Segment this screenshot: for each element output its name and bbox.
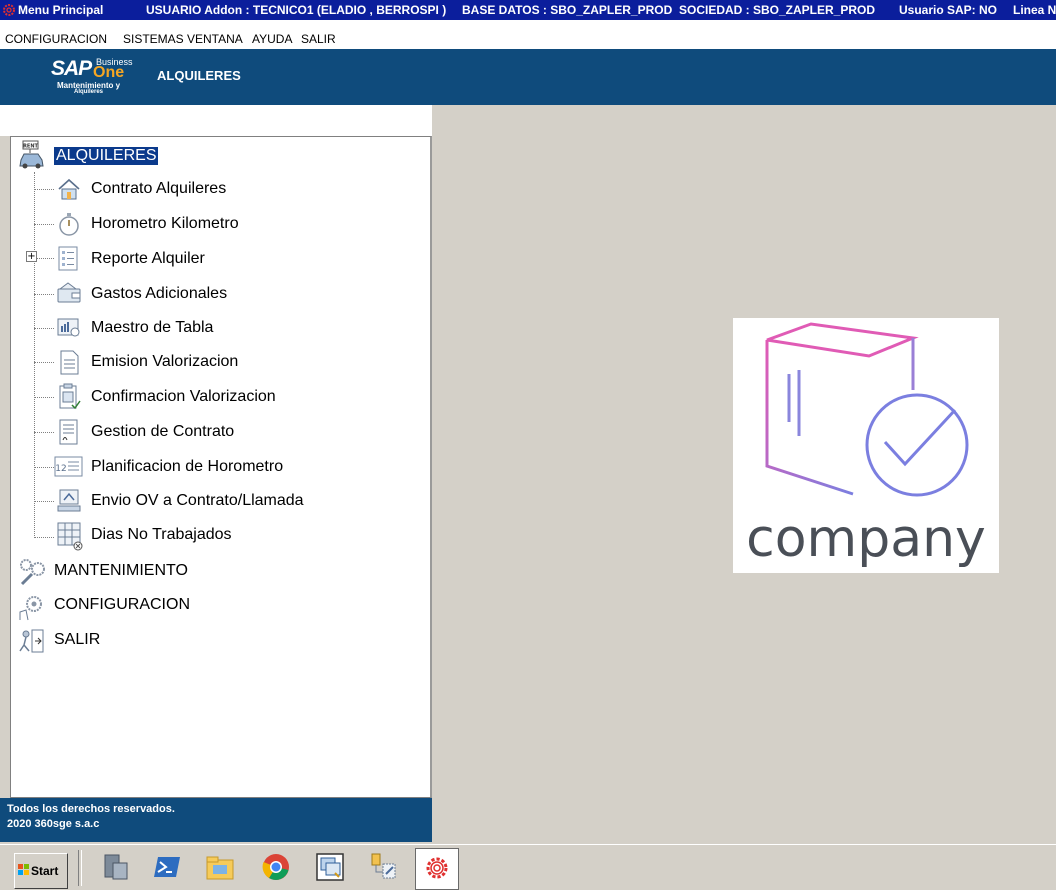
tree-connector: [34, 294, 54, 295]
tree-connector: [34, 501, 54, 502]
tree-connector: [36, 258, 54, 259]
tree-item-confirmacion-valorizacion[interactable]: Confirmacion Valorizacion: [91, 388, 276, 406]
module-title: ALQUILERES: [157, 68, 241, 83]
cascade-windows-icon[interactable]: [315, 852, 345, 882]
tree-item-gastos-adicionales[interactable]: Gastos Adicionales: [91, 285, 227, 303]
menu-salir[interactable]: SALIR: [301, 32, 336, 46]
powershell-icon[interactable]: [152, 852, 182, 882]
signed-contract-icon: [59, 419, 78, 445]
box-check-icon: company: [746, 322, 986, 569]
sap-logo: SAP: [51, 57, 92, 80]
tree-item-horometro-kilometro[interactable]: Horometro Kilometro: [91, 215, 239, 233]
send-order-icon: [57, 489, 81, 512]
report-list-icon: [58, 246, 78, 271]
tree-connector: [34, 172, 35, 538]
tree-item-gestion-de-contrato[interactable]: Gestion de Contrato: [91, 423, 234, 441]
certificate-icon: [59, 383, 81, 410]
tree-connector: [34, 432, 54, 433]
tree-item-reporte-alquiler[interactable]: Reporte Alquiler: [91, 250, 205, 268]
tree-connector: [34, 397, 54, 398]
database-name: BASE DATOS : SBO_ZAPLER_PROD: [462, 3, 673, 17]
svg-text:RENT: RENT: [23, 144, 38, 150]
gear-icon: [426, 857, 448, 879]
wrench-gears-icon: [20, 559, 45, 586]
tree-item-contrato-alquileres[interactable]: Contrato Alquileres: [91, 180, 226, 198]
tree-connector: [34, 224, 54, 225]
menu-ayuda[interactable]: AYUDA: [252, 32, 292, 46]
logo-one-text: One: [93, 64, 125, 81]
tree-item-envio-ov-contrato[interactable]: Envio OV a Contrato/Llamada: [91, 492, 304, 510]
server-manager-icon[interactable]: [101, 852, 131, 882]
tree-item-dias-no-trabajados[interactable]: Dias No Trabajados: [91, 526, 232, 544]
logo-subtitle: Mantenimiento y Alquileres: [57, 81, 121, 96]
tree-expander-reporte[interactable]: +: [26, 251, 37, 262]
settings-person-icon: [19, 596, 42, 621]
sap-user: Usuario SAP: NO: [899, 3, 998, 17]
svg-text:12: 12: [55, 464, 66, 474]
menu-ventana[interactable]: VENTANA: [187, 32, 243, 46]
company-logo: company: [733, 318, 999, 573]
network-tools-icon[interactable]: [369, 852, 399, 882]
gear-icon: [3, 4, 15, 16]
addon-user: USUARIO Addon : TECNICO1 (ELADIO , BERRO…: [146, 3, 447, 17]
active-app-button[interactable]: [415, 848, 459, 890]
company-logo-text: company: [746, 509, 986, 569]
tree-connector: [34, 328, 54, 329]
tree-root-mantenimiento[interactable]: MANTENIMIENTO: [54, 562, 188, 580]
panel-header-strip: [0, 105, 432, 136]
file-explorer-icon[interactable]: [205, 852, 235, 882]
wallet-icon: [57, 282, 81, 303]
tree-root-salir[interactable]: SALIR: [54, 631, 100, 649]
document-icon: [60, 350, 79, 375]
taskbar-separator: [78, 850, 82, 886]
copyright-company: 2020 360sge s.a.c: [7, 818, 100, 830]
copyright-footer: Todos los derechos reservados. 2020 360s…: [0, 798, 432, 842]
menu-bar: CONFIGURACION SISTEMAS VENTANA AYUDA SAL…: [0, 20, 1056, 49]
tree-item-maestro-de-tabla[interactable]: Maestro de Tabla: [91, 319, 213, 337]
tree-connector: [34, 362, 54, 363]
company-name: SOCIEDAD : SBO_ZAPLER_PROD: [679, 3, 876, 17]
house-contract-icon: [58, 178, 80, 200]
tree-connector: [34, 189, 54, 190]
tree-item-emision-valorizacion[interactable]: Emision Valorizacion: [91, 353, 238, 371]
tree-connector: [34, 467, 54, 468]
line-number: Linea No: [1013, 3, 1056, 17]
tree-connector: [34, 537, 54, 538]
chrome-icon[interactable]: [261, 852, 291, 882]
copyright-line: Todos los derechos reservados.: [7, 803, 175, 815]
menu-configuracion[interactable]: CONFIGURACION: [5, 32, 107, 46]
title-bar: Menu Principal USUARIO Addon : TECNICO1 …: [0, 0, 1056, 20]
calendar-plan-icon: 12: [54, 456, 83, 477]
menu-sistemas[interactable]: SISTEMAS: [123, 32, 184, 46]
stopwatch-icon: [59, 213, 79, 236]
taskbar: Start: [0, 844, 1056, 890]
exit-door-icon: [19, 629, 44, 653]
tree-item-planificacion-de-horometro[interactable]: Planificacion de Horometro: [91, 458, 283, 476]
rent-car-icon: RENT: [19, 140, 44, 169]
calendar-x-icon: [57, 522, 83, 551]
tree-root-configuracion[interactable]: CONFIGURACION: [54, 596, 190, 614]
start-button[interactable]: Start: [14, 853, 68, 889]
app-title: Menu Principal: [18, 3, 104, 17]
chart-table-icon: [57, 318, 80, 337]
windows-flag-icon: [18, 864, 29, 875]
tree-root-alquileres[interactable]: ALQUILERES: [54, 147, 159, 165]
